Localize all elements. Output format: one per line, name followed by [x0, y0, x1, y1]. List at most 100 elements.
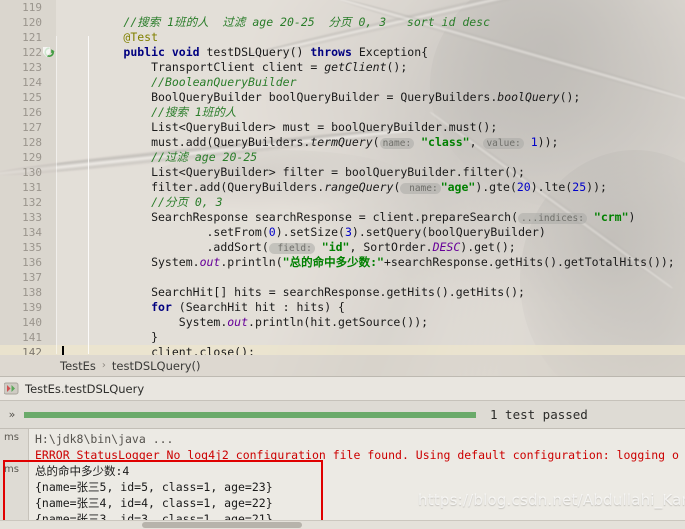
- code-text[interactable]: public void testDSLQuery() throws Except…: [56, 45, 685, 60]
- code-token: public: [123, 45, 165, 59]
- parameter-hint: ...indices:: [518, 212, 587, 224]
- code-text[interactable]: .setFrom(0).setSize(3).setQuery(boolQuer…: [56, 225, 685, 240]
- code-token: }: [68, 330, 159, 344]
- code-text[interactable]: //过滤 age 20-25: [56, 150, 685, 165]
- gutter-slot: [42, 60, 56, 75]
- breadcrumb[interactable]: TestEs › testDSLQuery(): [0, 355, 685, 377]
- text-caret: [62, 346, 64, 355]
- code-line[interactable]: 119: [0, 0, 685, 15]
- code-token: DESC: [432, 239, 461, 254]
- code-text[interactable]: //分页 0, 3: [56, 195, 685, 210]
- code-line[interactable]: 137: [0, 270, 685, 285]
- code-line[interactable]: 127 List<QueryBuilder> must = boolQueryB…: [0, 120, 685, 135]
- code-text[interactable]: for (SearchHit hit : hits) {: [56, 300, 685, 315]
- code-line[interactable]: 134 .setFrom(0).setSize(3).setQuery(bool…: [0, 225, 685, 240]
- code-token: 3: [344, 225, 352, 239]
- code-line[interactable]: 124 //BooleanQueryBuilder: [0, 75, 685, 90]
- expand-chevron-icon[interactable]: »: [0, 408, 24, 421]
- code-line[interactable]: 135 .addSort( field: "id", SortOrder.DES…: [0, 240, 685, 255]
- code-text[interactable]: TransportClient client = getClient();: [56, 60, 685, 75]
- code-token: (: [372, 134, 380, 149]
- gutter-slot: [42, 150, 56, 165]
- code-line[interactable]: 120 //搜索 1班的人 过滤 age 20-25 分页 0, 3 sort …: [0, 15, 685, 30]
- console-timing-rail: ms ms: [0, 429, 29, 529]
- code-token: ));: [586, 179, 607, 194]
- code-text[interactable]: //BooleanQueryBuilder: [56, 75, 685, 90]
- code-text[interactable]: client.close();: [56, 345, 685, 355]
- code-line[interactable]: 133 SearchResponse searchResponse = clie…: [0, 210, 685, 225]
- run-configuration-tab[interactable]: TestEs.testDSLQuery: [0, 377, 685, 401]
- ide-window: 119 120 //搜索 1班的人 过滤 age 20-25 分页 0, 3 so…: [0, 0, 685, 529]
- code-line[interactable]: 140 System.out.println(hit.getSource());: [0, 315, 685, 330]
- code-line[interactable]: 123 TransportClient client = getClient()…: [0, 60, 685, 75]
- code-line[interactable]: 141 }: [0, 330, 685, 345]
- code-line[interactable]: 125 BoolQueryBuilder boolQueryBuilder = …: [0, 90, 685, 105]
- code-line[interactable]: 128 must.add(QueryBuilders.termQuery(nam…: [0, 135, 685, 150]
- gutter-slot: [42, 180, 56, 195]
- code-line[interactable]: 136 System.out.println("总的命中多少数:"+search…: [0, 255, 685, 270]
- code-text[interactable]: SearchResponse searchResponse = client.p…: [56, 210, 685, 226]
- code-line[interactable]: 131 filter.add(QueryBuilders.rangeQuery(…: [0, 180, 685, 195]
- code-text[interactable]: @Test: [56, 30, 685, 45]
- code-token: getClient: [324, 60, 387, 74]
- gutter-slot: [42, 30, 56, 45]
- code-token: List<QueryBuilder> filter = boolQueryBui…: [68, 165, 525, 179]
- gutter-slot: [42, 300, 56, 315]
- code-line[interactable]: 132 //分页 0, 3: [0, 195, 685, 210]
- ms-label: ms: [4, 464, 19, 475]
- code-text[interactable]: must.add(QueryBuilders.termQuery(name: "…: [56, 135, 685, 151]
- gutter-slot: [42, 315, 56, 330]
- code-text[interactable]: System.out.println("总的命中多少数:"+searchResp…: [56, 255, 685, 270]
- console-text[interactable]: H:\jdk8\bin\java ... ERROR StatusLogger N…: [29, 429, 685, 529]
- test-progress-bar: » 1 test passed: [0, 401, 685, 429]
- code-text[interactable]: //搜索 1班的人 过滤 age 20-25 分页 0, 3 sort id d…: [56, 15, 685, 30]
- code-line[interactable]: 138 SearchHit[] hits = searchResponse.ge…: [0, 285, 685, 300]
- horizontal-scrollbar[interactable]: [0, 520, 685, 529]
- code-text[interactable]: BoolQueryBuilder boolQueryBuilder = Quer…: [56, 90, 685, 105]
- code-text[interactable]: List<QueryBuilder> filter = boolQueryBui…: [56, 165, 685, 180]
- code-token: ).gte(: [475, 179, 517, 194]
- console-line: H:\jdk8\bin\java ...: [35, 432, 174, 446]
- code-text[interactable]: //搜索 1班的人: [56, 105, 685, 120]
- line-number: 139: [22, 301, 42, 314]
- code-text[interactable]: SearchHit[] hits = searchResponse.getHit…: [56, 285, 685, 300]
- code-line[interactable]: 139 for (SearchHit hit : hits) {: [0, 300, 685, 315]
- gutter-slot: [42, 345, 56, 355]
- console-line: {name=张三4, id=4, class=1, age=22}: [35, 496, 273, 510]
- gutter-slot: [42, 0, 56, 15]
- code-text[interactable]: List<QueryBuilder> must = boolQueryBuild…: [56, 120, 685, 135]
- code-token: ).lte(: [530, 179, 573, 194]
- code-token: SearchHit[] hits = searchResponse.getHit…: [68, 285, 525, 299]
- code-line[interactable]: 122 public void testDSLQuery() throws Ex…: [0, 45, 685, 60]
- code-lines[interactable]: 119 120 //搜索 1班的人 过滤 age 20-25 分页 0, 3 so…: [0, 0, 685, 355]
- line-number: 141: [22, 331, 42, 344]
- line-number: 122: [22, 46, 42, 59]
- gutter-slot: [42, 195, 56, 210]
- console-output[interactable]: ms ms H:\jdk8\bin\java ... ERROR StatusLo…: [0, 429, 685, 529]
- code-line[interactable]: 142 client.close();: [0, 345, 685, 355]
- breadcrumb-method[interactable]: testDSLQuery(): [112, 359, 201, 373]
- code-token: for: [151, 300, 172, 314]
- code-line[interactable]: 126 //搜索 1班的人: [0, 105, 685, 120]
- code-token: BoolQueryBuilder boolQueryBuilder = Quer…: [68, 90, 498, 104]
- code-text[interactable]: .addSort( field: "id", SortOrder.DESC).g…: [56, 240, 685, 256]
- code-line[interactable]: 130 List<QueryBuilder> filter = boolQuer…: [0, 165, 685, 180]
- code-token: .setFrom(: [68, 225, 269, 239]
- code-editor[interactable]: 119 120 //搜索 1班的人 过滤 age 20-25 分页 0, 3 so…: [0, 0, 685, 355]
- code-text[interactable]: }: [56, 330, 685, 345]
- run-tab-label[interactable]: TestEs.testDSLQuery: [25, 382, 144, 396]
- code-text[interactable]: filter.add(QueryBuilders.rangeQuery( nam…: [56, 180, 685, 196]
- code-text[interactable]: System.out.println(hit.getSource());: [56, 315, 685, 330]
- code-line[interactable]: 129 //过滤 age 20-25: [0, 150, 685, 165]
- code-token: 0, 3: [358, 15, 387, 29]
- code-line[interactable]: 121 @Test: [0, 30, 685, 45]
- code-token: //BooleanQueryBuilder: [151, 75, 297, 89]
- breadcrumb-class[interactable]: TestEs: [60, 359, 96, 373]
- line-number: 128: [22, 136, 42, 149]
- run-rerun-icon[interactable]: [3, 382, 19, 395]
- horizontal-scrollbar-thumb[interactable]: [142, 522, 302, 528]
- gutter-slot: [42, 255, 56, 270]
- test-status-text: 1 test passed: [490, 407, 588, 422]
